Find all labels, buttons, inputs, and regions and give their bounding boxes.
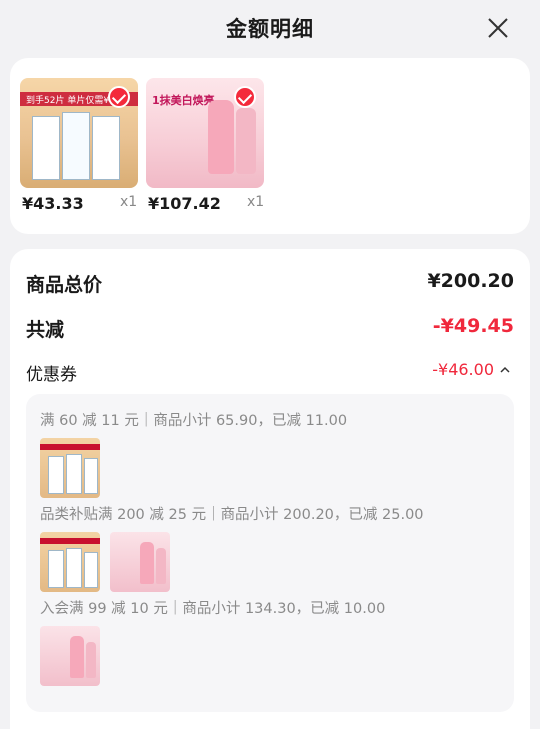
product-thumbnail [40,626,100,686]
discount-value: -¥49.45 [432,315,514,337]
tissue-pack [62,112,90,180]
product-thumbnail [40,532,100,592]
product-price: ¥43.33 [22,194,84,213]
thumb-pack [48,550,64,588]
check-icon[interactable] [234,86,256,108]
product-thumbnail [110,532,170,592]
discount-label: 共减 [26,319,65,341]
thumb-bottle [156,548,166,584]
header: 金额明细 [0,0,540,56]
close-icon[interactable] [486,16,510,40]
product-image-tissue[interactable]: 到手52片 单片仅需¥1.3 [20,78,138,188]
products-card: 到手52片 单片仅需¥1.3 ¥43.33 x1 1抹美白焕亮 ¥107.42 … [10,58,530,234]
lotion-bottle [208,100,234,174]
product-thumbnail [40,438,100,498]
total-label: 商品总价 [26,274,103,296]
discount-rule: 满 60 减 11 元｜商品小计 65.90，已减 11.00 [40,413,348,429]
coupon-value[interactable]: -¥46.00 [432,360,494,379]
thumb-pack [84,458,98,494]
summary-card: 商品总价 ¥200.20 共减 -¥49.45 优惠券 -¥46.00 满 60… [10,249,530,729]
thumb-bottle [86,642,96,678]
coupon-detail-panel: 满 60 减 11 元｜商品小计 65.90，已减 11.00 品类补贴满 20… [26,394,514,712]
thumb-bottle [140,542,154,584]
discount-rule: 入会满 99 减 10 元｜商品小计 134.30，已减 10.00 [40,601,386,617]
product-qty: x1 [120,194,138,210]
check-icon[interactable] [108,86,130,108]
chevron-up-icon[interactable] [500,366,510,374]
product-qty: x1 [247,194,265,210]
page-title: 金额明细 [226,17,314,41]
thumb-banner [40,538,100,544]
product-image-lotion[interactable]: 1抹美白焕亮 [146,78,264,188]
thumb-pack [66,454,82,494]
product-image-text: 1抹美白焕亮 [152,94,215,107]
thumb-bottle [70,636,84,678]
product-price: ¥107.42 [148,194,221,213]
discount-rule: 品类补贴满 200 减 25 元｜商品小计 200.20，已减 25.00 [40,507,424,523]
coupon-label[interactable]: 优惠券 [26,360,77,385]
thumb-pack [48,456,64,494]
thumb-pack [84,552,98,588]
thumb-banner [40,444,100,450]
lotion-bottle [236,108,256,174]
tissue-pack [92,116,120,180]
tissue-pack [32,116,60,180]
thumb-pack [66,548,82,588]
total-value: ¥200.20 [427,270,514,292]
